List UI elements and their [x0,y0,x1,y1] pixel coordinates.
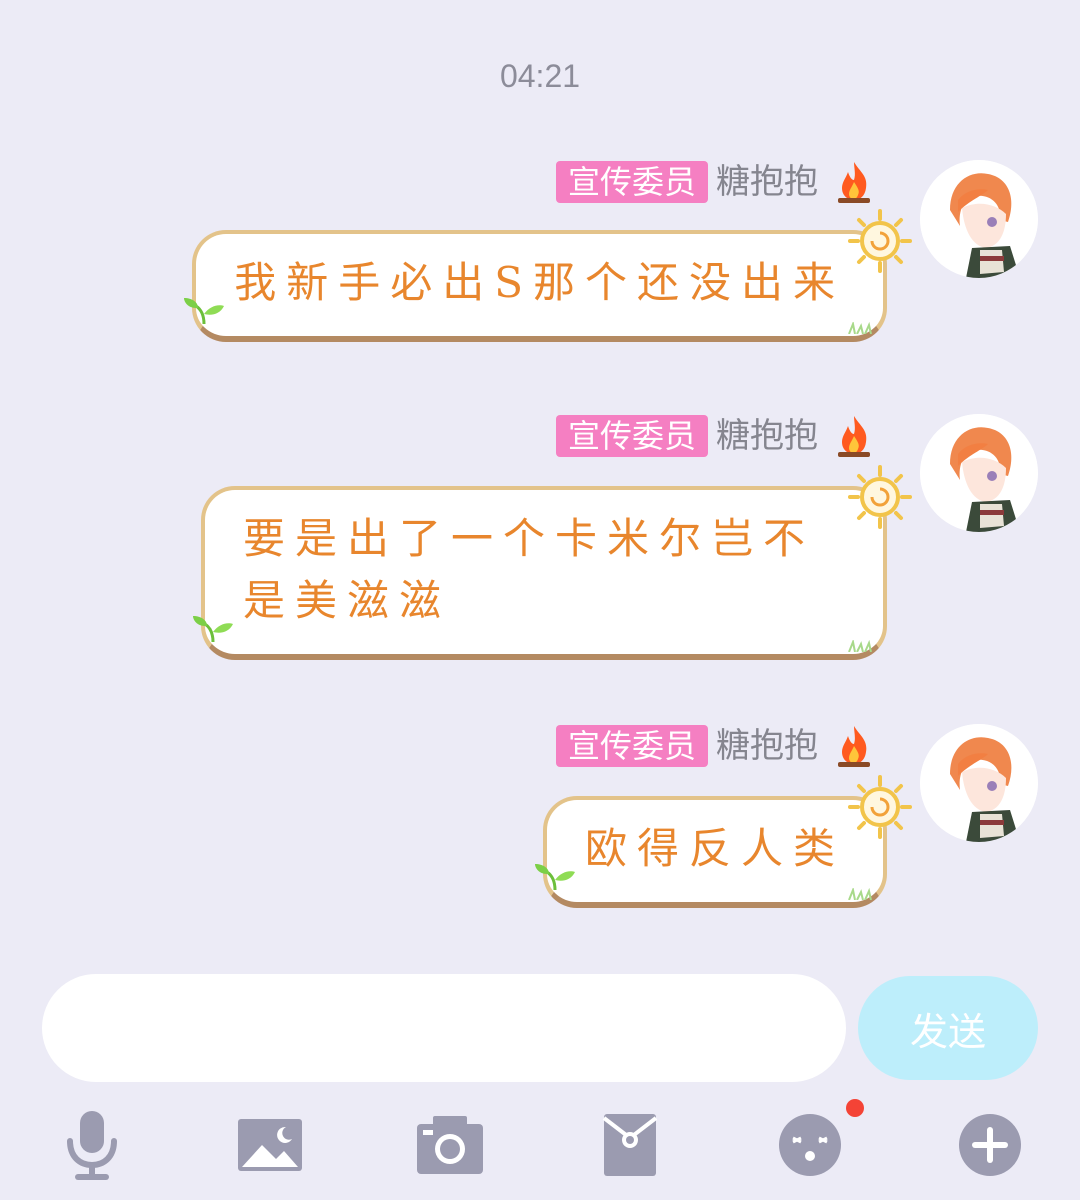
camera-button[interactable] [410,1105,490,1185]
fire-icon [838,162,870,203]
sender-nickname[interactable]: 糖抱抱 [716,414,818,458]
fire-icon [838,416,870,457]
sender-nickname[interactable]: 糖抱抱 [716,724,818,768]
message-sender-meta: 宣传委员 糖抱抱 [555,724,874,768]
message-text: 欧得反人类 [584,824,845,873]
grass-decoration-icon [848,888,872,900]
camera-icon [417,1116,483,1174]
member-title-badge: 宣传委员 [555,415,708,457]
message-sender-meta: 宣传委员 糖抱抱 [555,160,874,204]
fire-icon [838,726,870,767]
member-title-badge: 宣传委员 [555,725,708,767]
plus-icon [959,1114,1021,1176]
chat-timestamp: 04:21 [499,58,581,94]
character-avatar-icon [920,414,1038,532]
member-title-badge: 宣传委员 [555,161,708,203]
sprout-decoration-icon [534,864,575,891]
sun-decoration-icon [848,209,912,273]
more-button[interactable] [950,1105,1030,1185]
red-packet-button[interactable] [590,1105,670,1185]
message-bubble[interactable]: 欧得反人类 [534,775,912,908]
message-input[interactable] [42,974,846,1082]
gallery-button[interactable] [230,1105,310,1185]
emoji-icon [779,1114,841,1176]
message-bubble[interactable]: 我新手必出S那个还没出来 [184,209,912,342]
message-bubble[interactable]: 要是出了一个卡米尔岂不是美滋滋 [193,465,912,660]
avatar[interactable] [920,724,1038,842]
microphone-icon [67,1111,117,1180]
character-avatar-icon [920,160,1038,278]
sun-decoration-icon [848,465,912,529]
emoji-button[interactable] [770,1099,864,1185]
message-text: 要是出了一个卡米尔岂不是美滋滋 [243,514,816,625]
character-avatar-icon [920,724,1038,842]
voice-button[interactable] [52,1105,132,1185]
notification-dot [846,1099,864,1117]
image-icon [238,1119,302,1171]
message-sender-meta: 宣传委员 糖抱抱 [555,414,874,458]
message-text: 我新手必出S那个还没出来 [234,258,845,307]
sender-nickname[interactable]: 糖抱抱 [716,160,818,204]
composer-bar: 发送 [0,950,1080,1200]
sprout-decoration-icon [193,616,233,643]
grass-decoration-icon [848,322,872,334]
red-packet-icon [602,1114,658,1176]
avatar[interactable] [920,160,1038,278]
send-button[interactable]: 发送 [858,976,1038,1080]
avatar[interactable] [920,414,1038,532]
grass-decoration-icon [848,640,872,652]
sun-decoration-icon [848,775,912,839]
sprout-decoration-icon [184,298,225,325]
